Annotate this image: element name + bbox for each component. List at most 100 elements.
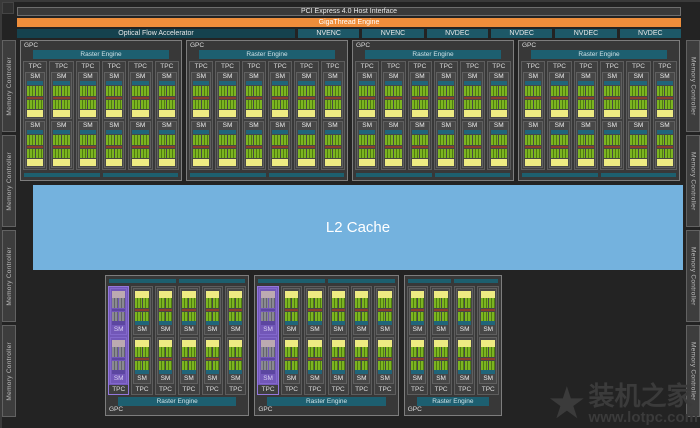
sm-core-block [378,347,391,357]
texture-bar [190,173,266,177]
sm-core-block [604,149,620,159]
sm: SM [204,288,221,335]
sm: SM [410,72,430,119]
core-subblock [119,361,125,371]
sm-register-bar [385,110,401,117]
sm-core-block [261,312,274,322]
sm-core-block [159,149,175,159]
tpc: TPCSMSM [460,61,484,170]
sm: SM [409,288,427,335]
sm-core-block [630,86,646,96]
sm-scheduler-bar [272,130,288,134]
texture-bar [269,173,345,177]
core-subblock [315,361,321,371]
sm-core-block [604,135,620,145]
sm-scheduler-bar [159,130,175,134]
sm-separator [434,309,448,311]
core-subblock [236,298,242,308]
texture-bar [328,279,395,283]
tpc-label: TPC [432,385,450,394]
core-subblock [604,100,612,110]
core-subblock [269,347,275,357]
sm-register-bar [159,291,172,298]
sm-label: SM [52,73,70,81]
sm: SM [51,121,71,168]
sm-stack: SMSM [296,71,316,169]
core-subblock [551,149,559,159]
sm-label: SM [410,326,426,334]
tpc-label: TPC [456,385,474,394]
sm: SM [655,121,675,168]
sm-separator [630,97,646,99]
core-subblock [308,298,314,308]
sm-label: SM [181,375,196,383]
core-subblock [135,312,141,322]
tpc-row: TPCSMSMTPCSMSMTPCSMSMTPCSMSMTPCSMSMTPCSM… [23,61,179,170]
sm-register-bar [80,110,96,117]
core-subblock [368,86,376,96]
sm-label: SM [457,375,473,383]
sm: SM [357,72,377,119]
core-subblock [355,298,361,308]
tpc: TPCSMSM [76,61,100,170]
sm-register-bar [458,340,472,347]
tpc-label: TPC [549,62,569,71]
sm-core-block [182,298,195,308]
sm-label: SM [111,375,126,383]
core-subblock [189,298,195,308]
sm-register-bar [411,340,425,347]
sm-register-bar [53,110,69,117]
core-subblock [491,149,499,159]
sm-core-block [359,135,375,145]
sm-stack: SMSM [523,71,543,169]
gpc: GPCRaster EngineTPCSMSMTPCSMSMTPCSMSMTPC… [352,40,514,181]
core-subblock [132,86,140,96]
sm-separator [80,146,96,148]
core-subblock [135,361,141,371]
core-subblock [339,298,345,308]
sm-core-block [359,100,375,110]
core-subblock [88,100,96,110]
sm-register-bar [285,291,298,298]
tpc-label: TPC [157,62,177,71]
core-subblock [159,347,165,357]
sm-register-bar [308,340,321,347]
core-subblock [412,86,420,96]
tpc-label: TPC [296,62,316,71]
core-subblock [219,135,227,145]
core-subblock [272,100,280,110]
sm-core-block [182,312,195,322]
core-subblock [551,86,559,96]
sm-core-block [206,298,219,308]
sm-label: SM [228,326,243,334]
sm-scheduler-bar [630,130,646,134]
sm-scheduler-bar [27,130,43,134]
sm-core-block [182,361,195,371]
watermark-site-url: www.lotpc.com [589,409,698,426]
core-subblock [62,135,70,145]
sm-stack: SMSM [217,71,237,169]
sm: SM [432,288,450,335]
sm-separator [355,309,368,311]
sm-register-bar [525,159,541,166]
core-subblock [434,361,440,371]
core-subblock [115,135,123,145]
core-subblock [359,100,367,110]
sm-label: SM [354,375,369,383]
sm-label: SM [79,122,97,130]
core-subblock [206,312,212,322]
tpc-label: TPC [353,385,370,394]
sm-separator [308,309,321,311]
sm-scheduler-bar [411,370,425,374]
core-subblock [465,298,471,308]
sm-scheduler-bar [385,81,401,85]
sm-core-block [359,149,375,159]
core-subblock [206,298,212,308]
sm-label: SM [524,73,542,81]
sm: SM [655,72,675,119]
sm-label: SM [218,73,236,81]
sm-label: SM [131,73,149,81]
sm-label: SM [656,122,674,130]
core-subblock [385,100,393,110]
sm-register-bar [332,340,345,347]
